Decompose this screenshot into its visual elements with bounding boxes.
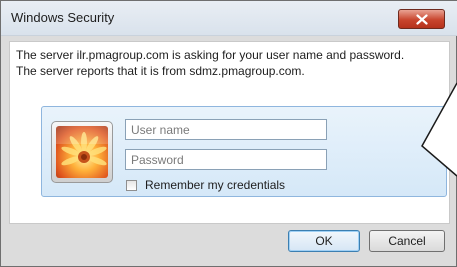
close-button[interactable] — [398, 9, 445, 29]
server-message: The server ilr.pmagroup.com is asking fo… — [16, 47, 446, 79]
credential-tile[interactable]: Remember my credentials — [41, 106, 447, 197]
flower-avatar-icon — [56, 126, 108, 178]
server-message-line: The server reports that it is from sdmz.… — [16, 64, 305, 78]
remember-credentials-label: Remember my credentials — [145, 178, 286, 192]
close-icon — [415, 13, 428, 25]
dialog-content: The server ilr.pmagroup.com is asking fo… — [9, 41, 450, 224]
password-field[interactable] — [125, 149, 327, 170]
cancel-button[interactable]: Cancel — [369, 230, 445, 252]
title-bar[interactable]: Windows Security — [1, 1, 457, 36]
remember-credentials-option[interactable]: Remember my credentials — [126, 178, 285, 192]
avatar — [51, 121, 113, 183]
username-field[interactable] — [125, 119, 327, 140]
server-message-line: The server ilr.pmagroup.com is asking fo… — [16, 48, 405, 62]
remember-credentials-checkbox[interactable] — [126, 179, 137, 191]
ok-button[interactable]: OK — [288, 230, 360, 252]
windows-security-dialog: Windows Security The server ilr.pmagroup… — [0, 0, 457, 267]
window-title: Windows Security — [11, 10, 115, 25]
